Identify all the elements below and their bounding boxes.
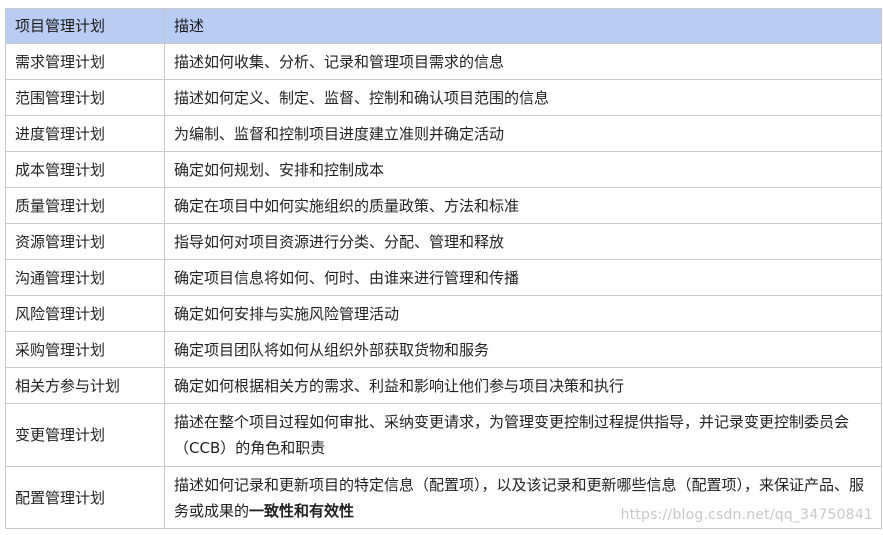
table-row: 范围管理计划 描述如何定义、制定、监督、控制和确认项目范围的信息 [5, 79, 882, 116]
header-plan-name: 项目管理计划 [5, 8, 165, 44]
table-row: 成本管理计划 确定如何规划、安排和控制成本 [5, 151, 882, 188]
plan-description-cell: 指导如何对项目资源进行分类、分配、管理和释放 [164, 223, 882, 260]
plan-description-cell: 确定项目信息将如何、何时、由谁来进行管理和传播 [164, 259, 882, 296]
table-row: 沟通管理计划 确定项目信息将如何、何时、由谁来进行管理和传播 [5, 259, 882, 296]
plan-description-cell: 描述如何定义、制定、监督、控制和确认项目范围的信息 [164, 79, 882, 116]
table-row: 风险管理计划 确定如何安排与实施风险管理活动 [5, 295, 882, 332]
description-bold-validity: 有效性 [309, 501, 355, 520]
plan-name-cell: 相关方参与计划 [5, 367, 165, 404]
plan-description-cell: 确定如何规划、安排和控制成本 [164, 151, 882, 188]
plan-description-cell: 确定在项目中如何实施组织的质量政策、方法和标准 [164, 187, 882, 224]
plan-name-cell: 资源管理计划 [5, 223, 165, 260]
plan-name-cell: 成本管理计划 [5, 151, 165, 188]
plan-description-cell: 为编制、监督和控制项目进度建立准则并确定活动 [164, 115, 882, 152]
plan-name-cell: 需求管理计划 [5, 43, 165, 80]
table-header-row: 项目管理计划 描述 [5, 8, 882, 44]
table-row: 需求管理计划 描述如何收集、分析、记录和管理项目需求的信息 [5, 43, 882, 80]
plan-description-cell: 确定项目团队将如何从组织外部获取货物和服务 [164, 331, 882, 368]
table-row: 相关方参与计划 确定如何根据相关方的需求、利益和影响让他们参与项目决策和执行 [5, 367, 882, 404]
table-row: 进度管理计划 为编制、监督和控制项目进度建立准则并确定活动 [5, 115, 882, 152]
description-bold-consistency: 一致性 [249, 501, 295, 520]
plan-name-cell: 沟通管理计划 [5, 259, 165, 296]
table-row: 采购管理计划 确定项目团队将如何从组织外部获取货物和服务 [5, 331, 882, 368]
table-row: 变更管理计划 描述在整个项目过程如何审批、采纳变更请求，为管理变更控制过程提供指… [5, 403, 882, 467]
plan-description-cell: 确定如何根据相关方的需求、利益和影响让他们参与项目决策和执行 [164, 367, 882, 404]
table-row: 资源管理计划 指导如何对项目资源进行分类、分配、管理和释放 [5, 223, 882, 260]
table-row: 质量管理计划 确定在项目中如何实施组织的质量政策、方法和标准 [5, 187, 882, 224]
plan-name-cell: 变更管理计划 [5, 403, 165, 467]
project-plans-table: 项目管理计划 描述 需求管理计划 描述如何收集、分析、记录和管理项目需求的信息 … [5, 8, 882, 529]
plan-name-cell: 质量管理计划 [5, 187, 165, 224]
header-description: 描述 [164, 8, 882, 44]
watermark-text: https://blog.csdn.net/qq_34750841 [620, 507, 873, 523]
plan-name-cell: 风险管理计划 [5, 295, 165, 332]
plan-name-cell: 配置管理计划 [5, 466, 165, 529]
plan-description-cell: 描述在整个项目过程如何审批、采纳变更请求，为管理变更控制过程提供指导，并记录变更… [164, 403, 882, 467]
description-connector: 和 [294, 501, 310, 520]
plan-name-cell: 采购管理计划 [5, 331, 165, 368]
plan-description-cell: 描述如何收集、分析、记录和管理项目需求的信息 [164, 43, 882, 80]
plan-description-cell: 确定如何安排与实施风险管理活动 [164, 295, 882, 332]
plan-name-cell: 范围管理计划 [5, 79, 165, 116]
plan-name-cell: 进度管理计划 [5, 115, 165, 152]
